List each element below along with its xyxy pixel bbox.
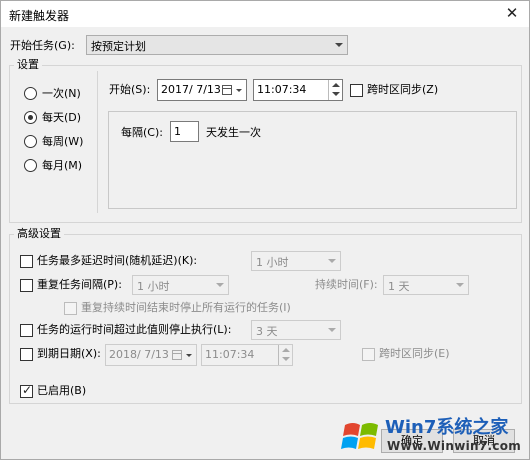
recur-interval-value: 1 [174, 125, 181, 138]
sync-timezone-label: 跨时区同步(Z) [367, 83, 439, 96]
spin-up-icon [332, 83, 340, 87]
watermark: Win7系统之家 Www.Winwin7.com [341, 409, 530, 460]
expire-label: 到期日期(X): [37, 347, 101, 360]
repeat-interval-dropdown[interactable]: 1 小时 [132, 275, 229, 295]
chevron-down-icon [216, 283, 224, 287]
repeat-interval-value: 1 小时 [137, 280, 170, 293]
recur-suffix: 天发生一次 [206, 126, 261, 139]
stop-if-dropdown[interactable]: 3 天 [251, 320, 341, 340]
new-trigger-dialog: 新建触发器 ✕ 开始任务(G): 按预定计划 设置 一次(N) 每天(D) 每周… [0, 0, 530, 460]
radio-once[interactable] [24, 87, 37, 100]
duration-value: 1 天 [388, 280, 410, 293]
radio-daily-label: 每天(D) [42, 111, 82, 124]
recur-interval-input[interactable]: 1 [170, 121, 199, 142]
start-time-input[interactable]: 11:07:34 [253, 79, 343, 101]
advanced-group-title: 高级设置 [14, 227, 64, 241]
settings-divider [97, 71, 98, 213]
stop-repeat-checkbox[interactable] [64, 302, 77, 315]
stop-if-label: 任务的运行时间超过此值则停止执行(L): [37, 323, 232, 336]
title-bar: 新建触发器 ✕ [1, 1, 529, 27]
duration-label: 持续时间(F): [315, 278, 378, 291]
sync-timezone-checkbox[interactable] [350, 84, 363, 97]
start-task-dropdown[interactable]: 按预定计划 [86, 35, 348, 55]
settings-group-title: 设置 [14, 58, 42, 72]
start-date-value: 2017/ 7/13 [161, 83, 221, 96]
repeat-label: 重复任务间隔(P): [37, 278, 122, 291]
watermark-brand: Win7系统之家 [385, 417, 509, 438]
time-spinner[interactable] [328, 80, 342, 100]
expire-time-value: 11:07:34 [205, 348, 255, 361]
radio-daily[interactable] [24, 111, 37, 124]
time-spinner[interactable] [278, 345, 292, 365]
recur-label: 每隔(C): [121, 126, 163, 139]
enabled-label: 已启用(B) [37, 384, 87, 397]
start-time-value: 11:07:34 [257, 83, 307, 96]
spin-down-icon [332, 92, 340, 96]
calendar-icon [222, 85, 232, 95]
spin-up-icon [282, 348, 290, 352]
expire-date-value: 2018/ 7/13 [109, 348, 169, 361]
stop-if-checkbox[interactable] [20, 324, 33, 337]
stop-if-value: 3 天 [256, 325, 278, 338]
expire-checkbox[interactable] [20, 348, 33, 361]
delay-label: 任务最多延迟时间(随机延迟)(K): [37, 254, 198, 267]
expire-sync-checkbox[interactable] [362, 348, 375, 361]
chevron-down-icon [328, 328, 336, 332]
start-task-value: 按预定计划 [91, 40, 146, 53]
expire-sync-label: 跨时区同步(E) [379, 347, 450, 360]
radio-once-label: 一次(N) [42, 87, 81, 100]
start-task-label: 开始任务(G): [10, 39, 75, 52]
enabled-checkbox[interactable] [20, 383, 33, 398]
duration-dropdown[interactable]: 1 天 [383, 275, 469, 295]
start-label: 开始(S): [109, 83, 151, 96]
radio-monthly[interactable] [24, 159, 37, 172]
spin-down-icon [282, 357, 290, 361]
windows-logo-icon [341, 423, 378, 449]
delay-value: 1 小时 [256, 256, 289, 269]
chevron-down-icon [456, 283, 464, 287]
radio-weekly[interactable] [24, 135, 37, 148]
delay-dropdown[interactable]: 1 小时 [251, 251, 341, 271]
watermark-url: Www.Winwin7.com [387, 439, 522, 453]
chevron-down-icon [236, 89, 242, 92]
chevron-down-icon [335, 43, 343, 47]
repeat-checkbox[interactable] [20, 279, 33, 292]
delay-checkbox[interactable] [20, 255, 33, 268]
start-date-picker[interactable]: 2017/ 7/13 [157, 79, 247, 101]
expire-time-input[interactable]: 11:07:34 [201, 344, 293, 366]
close-icon[interactable]: ✕ [501, 3, 523, 23]
window-title: 新建触发器 [9, 9, 70, 23]
radio-monthly-label: 每月(M) [42, 159, 83, 172]
expire-date-picker[interactable]: 2018/ 7/13 [105, 344, 197, 366]
radio-weekly-label: 每周(W) [42, 135, 84, 148]
chevron-down-icon [186, 354, 192, 357]
calendar-icon [172, 350, 182, 360]
chevron-down-icon [328, 259, 336, 263]
stop-repeat-label: 重复持续时间结束时停止所有运行的任务(I) [81, 301, 291, 314]
